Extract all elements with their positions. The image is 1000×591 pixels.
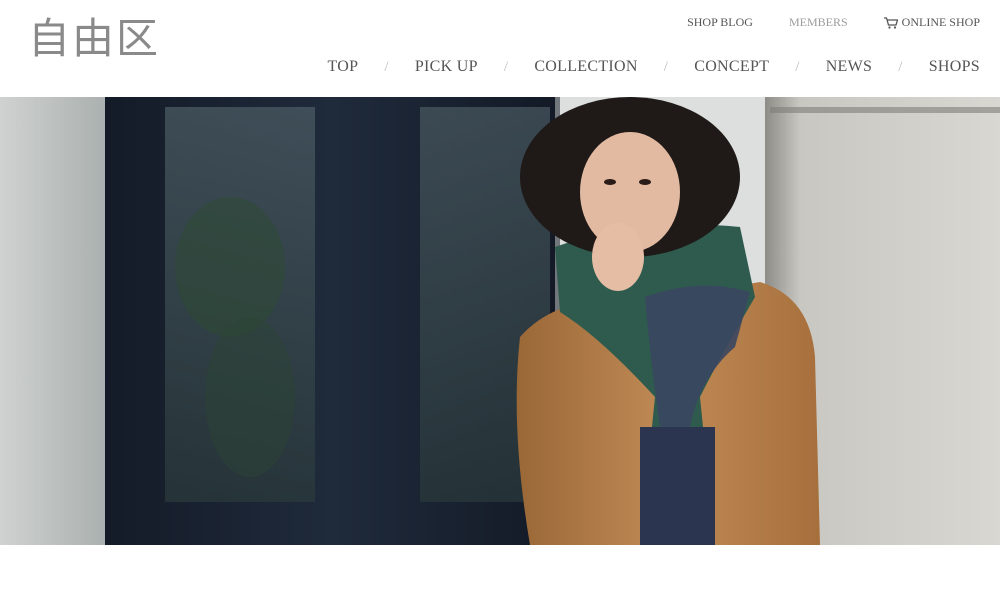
nav-separator: / [795,58,800,75]
main-nav: TOP / PICK UP / COLLECTION / CONCEPT / N… [328,58,980,76]
shop-blog-link[interactable]: SHOP BLOG [687,15,753,30]
members-link[interactable]: MEMBERS [789,15,848,30]
nav-item-top[interactable]: TOP [328,58,359,76]
content-area [0,545,1000,591]
cart-icon [883,16,898,29]
nav-separator: / [663,58,669,75]
nav-item-collection[interactable]: COLLECTION [534,58,637,76]
online-shop-label: ONLINE SHOP [901,15,980,29]
nav-separator: / [503,58,509,75]
nav-separator: / [898,58,903,75]
online-shop-link[interactable]: ONLINE SHOP [883,15,980,30]
nav-item-news[interactable]: NEWS [826,58,873,76]
utility-nav: SHOP BLOG MEMBERS ONLINE SHOP [651,15,980,30]
brand-logo[interactable]: 自由区 [28,18,160,60]
nav-item-concept[interactable]: CONCEPT [694,58,769,76]
nav-item-pick-up[interactable]: PICK UP [415,58,478,76]
nav-separator: / [384,58,389,75]
hero-banner[interactable] [0,97,1000,545]
site-header: 自由区 SHOP BLOG MEMBERS ONLINE SHOP TOP / … [0,0,1000,97]
hero-photo [0,97,1000,545]
nav-item-shops[interactable]: SHOPS [929,58,980,76]
